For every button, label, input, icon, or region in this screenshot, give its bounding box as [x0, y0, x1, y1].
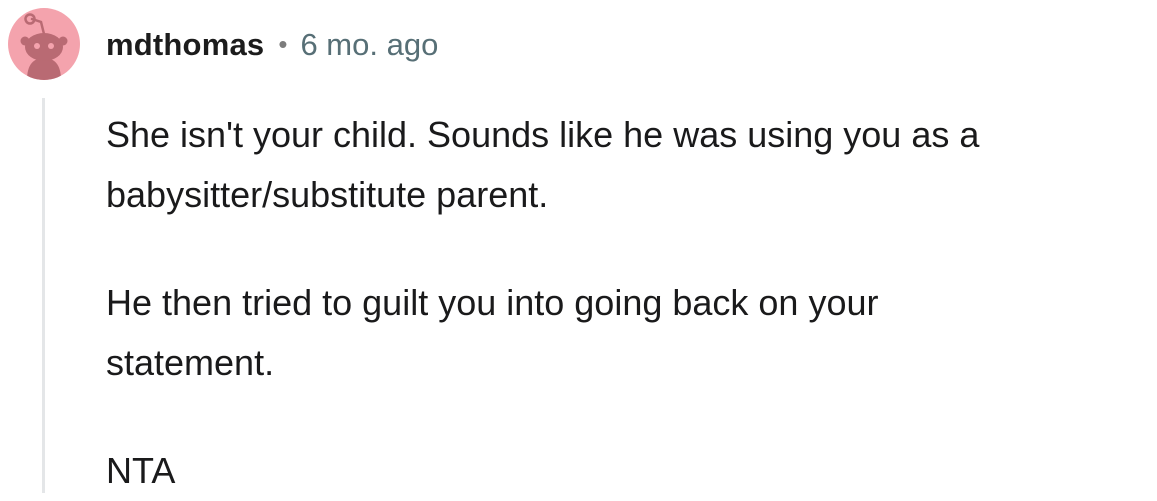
comment-paragraph: He then tried to guilt you into going ba… [106, 273, 1151, 393]
text-line: statement. [106, 342, 275, 383]
separator-dot: • [278, 28, 288, 59]
text-line: He then tried to guilt you into going ba… [106, 282, 879, 323]
timestamp[interactable]: 6 mo. ago [300, 27, 438, 63]
text-line: babysitter/substitute parent. [106, 174, 549, 215]
reddit-snoo-avatar-icon [8, 8, 80, 80]
comment-body: She isn't your child. Sounds like he was… [106, 105, 1151, 501]
text-line: She isn't your child. Sounds like he was… [106, 114, 980, 155]
thread-line[interactable] [42, 98, 45, 493]
comment-paragraph: NTA [106, 441, 1151, 501]
comment: mdthomas • 6 mo. ago She isn't your chil… [0, 0, 1157, 493]
comment-header: mdthomas • 6 mo. ago [106, 23, 438, 67]
text-line: NTA [106, 450, 176, 491]
avatar[interactable] [8, 8, 80, 80]
comment-paragraph: She isn't your child. Sounds like he was… [106, 105, 1151, 225]
author-username[interactable]: mdthomas [106, 27, 264, 63]
